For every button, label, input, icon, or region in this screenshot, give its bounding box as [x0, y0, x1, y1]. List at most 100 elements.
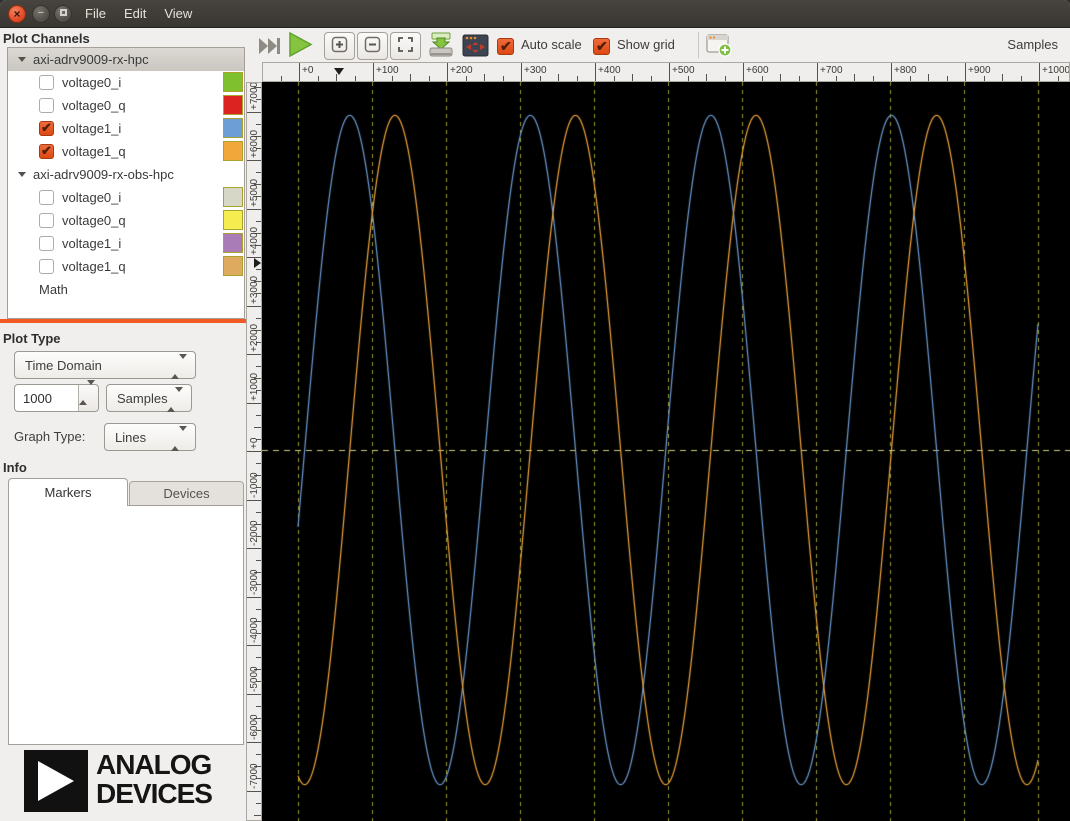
y-axis-tick [256, 657, 261, 659]
tab-markers[interactable]: Markers [8, 478, 128, 506]
y-axis-tick [247, 548, 261, 549]
channel-row[interactable]: voltage1_i [8, 117, 244, 140]
device-name: axi-adrv9009-rx-obs-hpc [33, 167, 174, 182]
titlebar: × − File Edit View [0, 0, 1070, 28]
spinner-buttons[interactable] [78, 380, 98, 411]
show-grid-label: Show grid [617, 37, 675, 52]
x-axis-tick [724, 76, 726, 81]
y-axis-tick [256, 560, 261, 562]
menu-edit[interactable]: Edit [115, 0, 155, 28]
save-capture-icon[interactable] [427, 32, 455, 63]
channel-color-swatch[interactable] [223, 72, 243, 92]
zoom-fit-button[interactable] [390, 32, 421, 60]
channel-checkbox[interactable] [39, 75, 54, 90]
pane-divider[interactable] [0, 319, 246, 323]
device-row[interactable]: axi-adrv9009-rx-hpc [8, 48, 244, 71]
channel-label: voltage0_q [62, 98, 126, 113]
x-axis-tick-label: +600 [746, 65, 769, 76]
y-axis-tick-label: +0 [249, 437, 260, 449]
y-axis-tick [247, 257, 261, 258]
sample-count-spinner[interactable]: 1000 [14, 380, 99, 412]
x-axis-tick-label: +100 [376, 65, 399, 76]
play-button[interactable] [287, 31, 314, 63]
tab-devices[interactable]: Devices [129, 481, 244, 506]
x-axis-tick-label: +800 [894, 65, 917, 76]
auto-scale-label: Auto scale [521, 37, 582, 52]
x-axis-tick [465, 76, 467, 81]
y-axis-tick [256, 220, 261, 222]
capture-skip-icon[interactable] [257, 36, 283, 61]
y-axis-tick [256, 802, 261, 804]
sidebar: Plot Channels axi-adrv9009-rx-hpc voltage… [0, 28, 246, 821]
x-axis-tick [780, 74, 781, 81]
y-axis-tick [254, 814, 261, 816]
menu-view[interactable]: View [155, 0, 201, 28]
plot-type-heading: Plot Type [3, 331, 61, 346]
chevron-updown-icon [167, 387, 183, 412]
y-axis-tick [256, 608, 261, 610]
y-axis-tick-label: -5000 [249, 665, 260, 692]
channel-row[interactable]: voltage0_i [8, 71, 244, 94]
maximize-button[interactable] [54, 5, 72, 23]
channel-color-swatch[interactable] [223, 141, 243, 161]
new-plot-window-icon[interactable] [706, 34, 733, 62]
y-axis-tick-label: +4000 [249, 226, 260, 255]
channel-color-swatch[interactable] [223, 95, 243, 115]
minimize-button[interactable]: − [32, 5, 50, 23]
y-axis-tick [256, 463, 261, 465]
y-axis-tick [256, 123, 261, 125]
channel-color-swatch[interactable] [223, 210, 243, 230]
show-grid-checkbox[interactable] [593, 38, 610, 55]
x-axis-tick [428, 76, 430, 81]
close-button[interactable]: × [8, 5, 26, 23]
channel-row[interactable]: voltage1_i [8, 232, 244, 255]
channel-row[interactable]: voltage0_q [8, 94, 244, 117]
y-axis-tick [256, 705, 261, 707]
expander-triangle-icon[interactable] [18, 172, 26, 177]
channel-checkbox[interactable] [39, 236, 54, 251]
x-axis-tick [1002, 74, 1003, 81]
toolbar-separator [698, 32, 699, 58]
y-axis-tick [247, 499, 261, 501]
fullscreen-icon[interactable] [462, 34, 489, 62]
channel-checkbox[interactable] [39, 259, 54, 274]
y-axis-tick [256, 414, 261, 416]
channel-tree: axi-adrv9009-rx-hpcvoltage0_ivoltage0_qv… [7, 47, 245, 319]
channel-row[interactable]: voltage1_q [8, 140, 244, 163]
channel-color-swatch[interactable] [223, 256, 243, 276]
menu-file[interactable]: File [76, 0, 115, 28]
channel-color-swatch[interactable] [223, 187, 243, 207]
sample-unit-select[interactable]: Samples [106, 384, 192, 412]
channel-checkbox[interactable] [39, 143, 54, 159]
math-row[interactable]: Math [8, 278, 244, 301]
x-axis-tick [835, 76, 837, 81]
y-axis-tick-label: -3000 [249, 568, 260, 595]
graph-type-select[interactable]: Lines [104, 423, 196, 451]
zoom-out-button[interactable] [357, 32, 388, 60]
channel-row[interactable]: voltage1_q [8, 255, 244, 278]
auto-scale-checkbox[interactable] [497, 38, 514, 55]
y-axis-tick [256, 317, 261, 319]
plot-domain-select[interactable]: Time Domain [14, 351, 196, 379]
channel-checkbox[interactable] [39, 190, 54, 205]
channel-color-swatch[interactable] [223, 233, 243, 253]
y-axis-tick-label: -7000 [249, 762, 260, 789]
sample-unit-value: Samples [117, 391, 168, 406]
channel-checkbox[interactable] [39, 213, 54, 228]
channel-row[interactable]: voltage0_i [8, 186, 244, 209]
channel-checkbox[interactable] [39, 120, 54, 136]
channel-checkbox[interactable] [39, 98, 54, 113]
device-row[interactable]: axi-adrv9009-rx-obs-hpc [8, 163, 244, 186]
y-axis-tick-label: -4000 [249, 617, 260, 643]
x-axis-tick [909, 76, 911, 81]
expander-triangle-icon[interactable] [18, 57, 26, 62]
channel-color-swatch[interactable] [223, 118, 243, 138]
zoom-in-button[interactable] [324, 32, 355, 60]
channel-row[interactable]: voltage0_q [8, 209, 244, 232]
markers-panel [8, 505, 244, 745]
x-axis-tick-label: +400 [598, 65, 621, 76]
waveform-plot[interactable] [262, 82, 1070, 821]
x-axis-tick [317, 76, 319, 81]
channel-label: voltage0_i [62, 190, 122, 205]
x-axis-tick [354, 76, 356, 81]
